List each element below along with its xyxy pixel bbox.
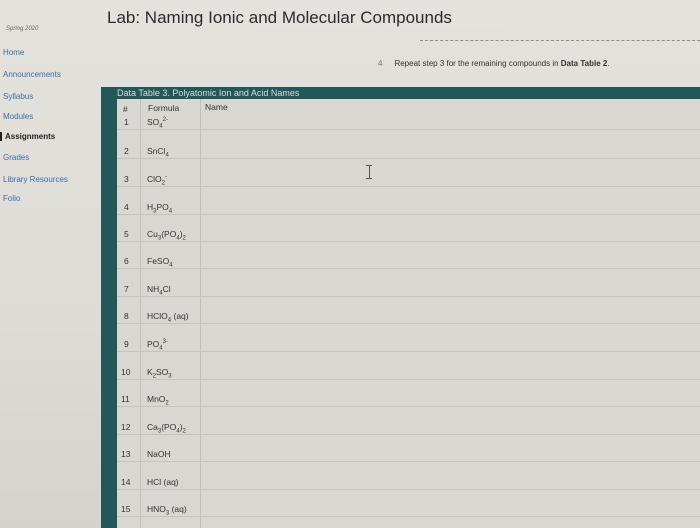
table-side-band — [101, 99, 117, 528]
nav-item-folio[interactable]: Folio — [3, 194, 20, 203]
formula-cell: MnO2 — [147, 394, 169, 407]
row-number: 3 — [124, 174, 129, 184]
table-caption: Data Table 3. Polyatomic Ion and Acid Na… — [117, 88, 300, 98]
step-text: Repeat step 3 for the remaining compound… — [394, 59, 561, 68]
row-number: 7 — [124, 284, 129, 294]
nav-item-syllabus[interactable]: Syllabus — [3, 92, 33, 101]
formula-cell: SnCl4 — [147, 146, 169, 159]
row-number: 15 — [121, 504, 131, 514]
row-number: 9 — [124, 339, 129, 349]
nav-item-assignments[interactable]: Assignments — [0, 132, 55, 141]
row-number: 6 — [124, 256, 129, 266]
row-number: 2 — [124, 146, 129, 156]
formula-cell: NH4Cl — [147, 284, 171, 297]
row-number: 5 — [124, 229, 129, 239]
formula-cell: NaOH — [147, 449, 171, 459]
row-number: 11 — [121, 394, 130, 404]
row-number: 4 — [124, 202, 129, 212]
formula-cell: Cu3(PO4)2 — [147, 229, 186, 242]
name-answer-cell[interactable] — [205, 339, 685, 353]
name-answer-cell[interactable] — [205, 284, 685, 298]
name-answer-cell[interactable] — [205, 202, 685, 216]
formula-cell: HNO3 (aq) — [147, 504, 187, 517]
name-answer-cell[interactable] — [205, 256, 685, 270]
divider — [420, 40, 700, 41]
column-divider — [140, 99, 141, 528]
name-answer-cell[interactable] — [205, 117, 685, 131]
header-formula: Formula — [148, 103, 180, 113]
formula-cell: ClO2- — [147, 174, 167, 187]
row-number: 1 — [124, 117, 129, 127]
nav-item-grades[interactable]: Grades — [3, 153, 29, 162]
course-term: Spring 2020 — [6, 26, 39, 32]
name-answer-cell[interactable] — [205, 504, 685, 518]
formula-cell: PO43- — [147, 339, 168, 352]
step-text-end: . — [607, 59, 610, 68]
column-divider — [200, 99, 201, 528]
formula-cell: H3PO4 — [147, 202, 173, 215]
name-answer-cell[interactable] — [205, 229, 685, 243]
formula-cell: HClO4 (aq) — [147, 311, 189, 324]
row-number: 14 — [121, 477, 131, 487]
step-table-ref: Data Table 2 — [560, 59, 608, 68]
formula-cell: HCl (aq) — [147, 477, 179, 487]
nav-item-announcements[interactable]: Announcements — [3, 70, 61, 79]
formula-cell: SO42- — [147, 117, 168, 130]
page-title: Lab: Naming Ionic and Molecular Compound… — [107, 8, 452, 27]
name-answer-cell[interactable] — [205, 311, 685, 325]
name-answer-cell[interactable] — [205, 367, 685, 381]
formula-cell: Ca3(PO4)2 — [147, 422, 186, 435]
header-name: Name — [205, 102, 228, 112]
row-number: 13 — [121, 449, 131, 459]
name-answer-cell[interactable] — [205, 422, 685, 436]
header-number: # — [123, 104, 128, 114]
instruction-step: 4 Repeat step 3 for the remaining compoun… — [378, 59, 610, 68]
formula-cell: K2SO3 — [147, 367, 172, 380]
table-caption-bar: Data Table 3. Polyatomic Ion and Acid Na… — [101, 87, 700, 99]
formula-cell: FeSO4 — [147, 256, 173, 269]
step-number: 4 — [378, 59, 383, 68]
i-beam-cursor-icon — [366, 165, 372, 179]
row-number: 8 — [124, 311, 129, 321]
row-number: 12 — [121, 422, 131, 432]
name-answer-cell[interactable] — [205, 146, 685, 160]
nav-item-modules[interactable]: Modules — [3, 112, 33, 121]
name-answer-cell[interactable] — [205, 477, 685, 491]
name-answer-cell[interactable] — [205, 449, 685, 463]
nav-item-home[interactable]: Home — [3, 48, 24, 57]
name-answer-cell[interactable] — [205, 174, 685, 188]
nav-item-library-resources[interactable]: Library Resources — [3, 175, 68, 184]
row-number: 10 — [121, 367, 131, 377]
name-answer-cell[interactable] — [205, 394, 685, 408]
